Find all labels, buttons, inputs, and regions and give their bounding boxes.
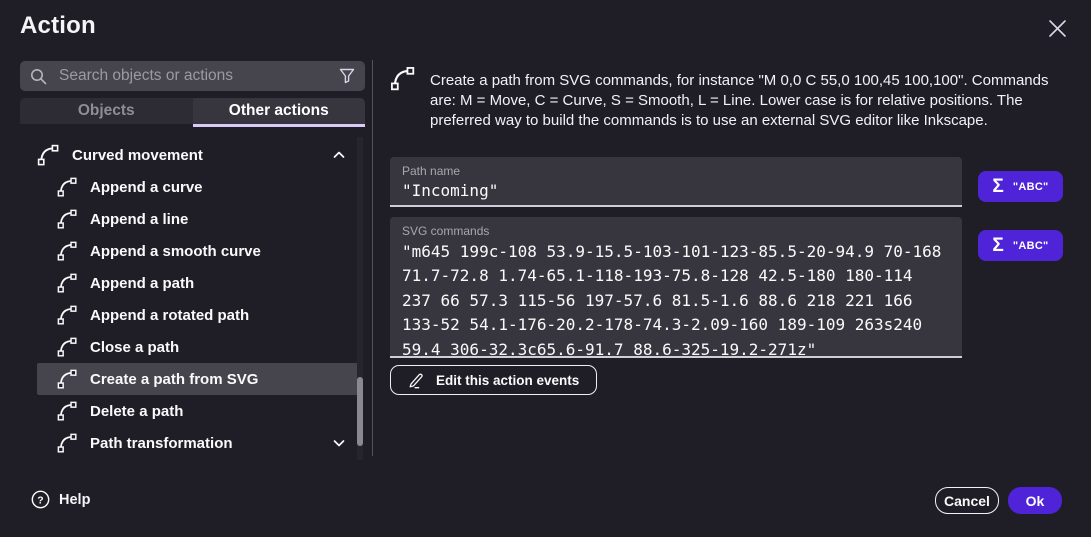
svg-commands-field[interactable]: SVG commands "m645 199c-108 53.9-15.5-10… (390, 217, 962, 358)
curve-icon (389, 65, 416, 92)
curve-icon (56, 304, 78, 326)
pencil-icon (408, 372, 425, 389)
action-dialog: Action Search objects or actions Objects… (0, 0, 1091, 537)
tab-objects[interactable]: Objects (20, 98, 193, 124)
list-scrollbar-thumb[interactable] (357, 377, 363, 446)
curve-icon (56, 208, 78, 230)
curve-icon (36, 143, 60, 167)
dialog-title: Action (20, 12, 96, 40)
path-name-field[interactable]: Path name "Incoming" (390, 157, 962, 207)
svg-commands-value[interactable]: "m645 199c-108 53.9-15.5-103-101-123-85.… (402, 240, 950, 362)
edit-action-events-button[interactable]: Edit this action events (390, 365, 597, 395)
curve-icon (56, 272, 78, 294)
list-item-close-a-path[interactable]: Close a path (37, 331, 358, 363)
svg-text:?: ? (37, 495, 43, 506)
list-item-append-a-curve[interactable]: Append a curve (37, 171, 358, 203)
list-item-create-a-path-from-svg[interactable]: Create a path from SVG (37, 363, 358, 395)
expression-editor-button-path-name[interactable]: Σ "ABC" (978, 171, 1063, 202)
list-item-append-a-rotated-path[interactable]: Append a rotated path (37, 299, 358, 331)
close-button[interactable] (1043, 14, 1071, 42)
search-icon (30, 68, 47, 85)
chevron-down-icon (332, 436, 346, 450)
curve-icon (56, 240, 78, 262)
list-item-delete-a-path[interactable]: Delete a path (37, 395, 358, 427)
ok-button[interactable]: Ok (1008, 487, 1062, 514)
help-label: Help (59, 492, 90, 508)
panel-divider (372, 60, 373, 456)
curve-icon (56, 336, 78, 358)
svg-commands-label: SVG commands (402, 224, 950, 238)
chevron-up-icon (332, 148, 346, 162)
list-group-curved-movement[interactable]: Curved movement (20, 139, 358, 171)
list-item-append-a-smooth-curve[interactable]: Append a smooth curve (37, 235, 358, 267)
curve-icon (56, 368, 78, 390)
action-description: Create a path from SVG commands, for ins… (430, 71, 1070, 130)
list-item-append-a-line[interactable]: Append a line (37, 203, 358, 235)
close-icon (1048, 19, 1067, 38)
expression-editor-button-svg-commands[interactable]: Σ "ABC" (978, 230, 1063, 261)
curve-icon (56, 176, 78, 198)
curve-icon (56, 400, 78, 422)
path-name-label: Path name (402, 164, 950, 178)
help-icon: ? (31, 490, 50, 509)
tab-bar: Objects Other actions (20, 98, 365, 127)
sigma-icon: Σ (992, 236, 1003, 255)
list-item-append-a-path[interactable]: Append a path (37, 267, 358, 299)
path-name-value[interactable]: "Incoming" (402, 181, 950, 200)
search-input[interactable]: Search objects or actions (20, 61, 365, 91)
expression-abc-label: "ABC" (1013, 240, 1049, 252)
expression-abc-label: "ABC" (1013, 181, 1049, 193)
help-button[interactable]: ? Help (31, 490, 90, 509)
list-item-path-transformation[interactable]: Path transformation (37, 427, 358, 459)
tab-other-actions[interactable]: Other actions (193, 98, 366, 124)
filter-icon[interactable] (339, 68, 355, 84)
search-placeholder: Search objects or actions (59, 67, 327, 85)
cancel-button[interactable]: Cancel (935, 487, 999, 514)
curve-icon (56, 432, 78, 454)
sigma-icon: Σ (992, 177, 1003, 196)
